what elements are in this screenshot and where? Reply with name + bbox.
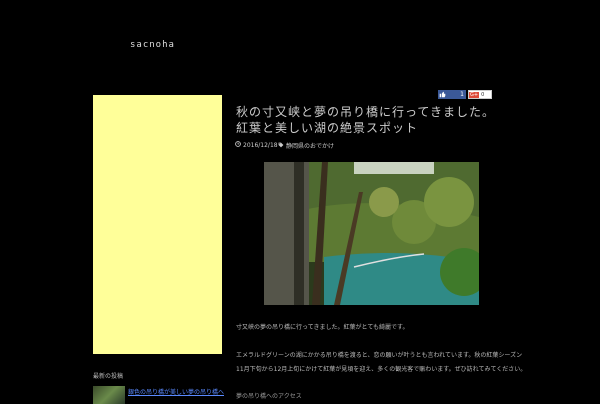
clock-icon <box>235 141 241 149</box>
post-subheading: 夢の吊り橋へのアクセス <box>236 393 302 400</box>
recent-post-link[interactable]: 銀色の吊り橋が美しい夢の吊り橋へ行ってきました。 <box>128 387 224 396</box>
google-plus-button[interactable]: G+ 0 <box>468 90 492 99</box>
google-plus-count: 0 <box>481 91 485 98</box>
sidebar-ad-placeholder[interactable] <box>93 95 222 354</box>
facebook-like-count: 1 <box>460 91 464 98</box>
post-paragraph-3: 11月下旬から12月上旬にかけて紅葉が見頃を迎え、多くの観光客で賑わいます。ぜひ… <box>236 366 527 373</box>
post-photo <box>264 162 479 305</box>
post-category[interactable]: 静岡県のおでかけ <box>278 141 334 150</box>
post-title: 秋の寸又峡と夢の吊り橋に行ってきました。紅葉と美しい湖の絶景スポット <box>236 105 496 135</box>
tag-icon <box>278 142 284 150</box>
recent-post-thumbnail[interactable] <box>93 386 125 404</box>
facebook-like-button[interactable]: 1 <box>438 90 466 99</box>
sidebar-heading: 最新の投稿 <box>93 373 124 380</box>
post-date-text: 2016/12/18 <box>243 141 278 149</box>
google-plus-icon: G+ <box>469 91 480 98</box>
site-logo[interactable]: sacnoha <box>130 40 175 50</box>
thumbs-up-icon <box>438 90 447 99</box>
post-paragraph-2: エメラルドグリーンの湖にかかる吊り橋を渡ると、恋の願いが叶うとも言われています。… <box>236 352 523 359</box>
post-date: 2016/12/18 <box>235 141 278 149</box>
post-category-text: 静岡県のおでかけ <box>286 143 335 150</box>
post-paragraph-1: 寸又峡の夢の吊り橋に行ってきました。紅葉がとても綺麗です。 <box>236 324 409 331</box>
